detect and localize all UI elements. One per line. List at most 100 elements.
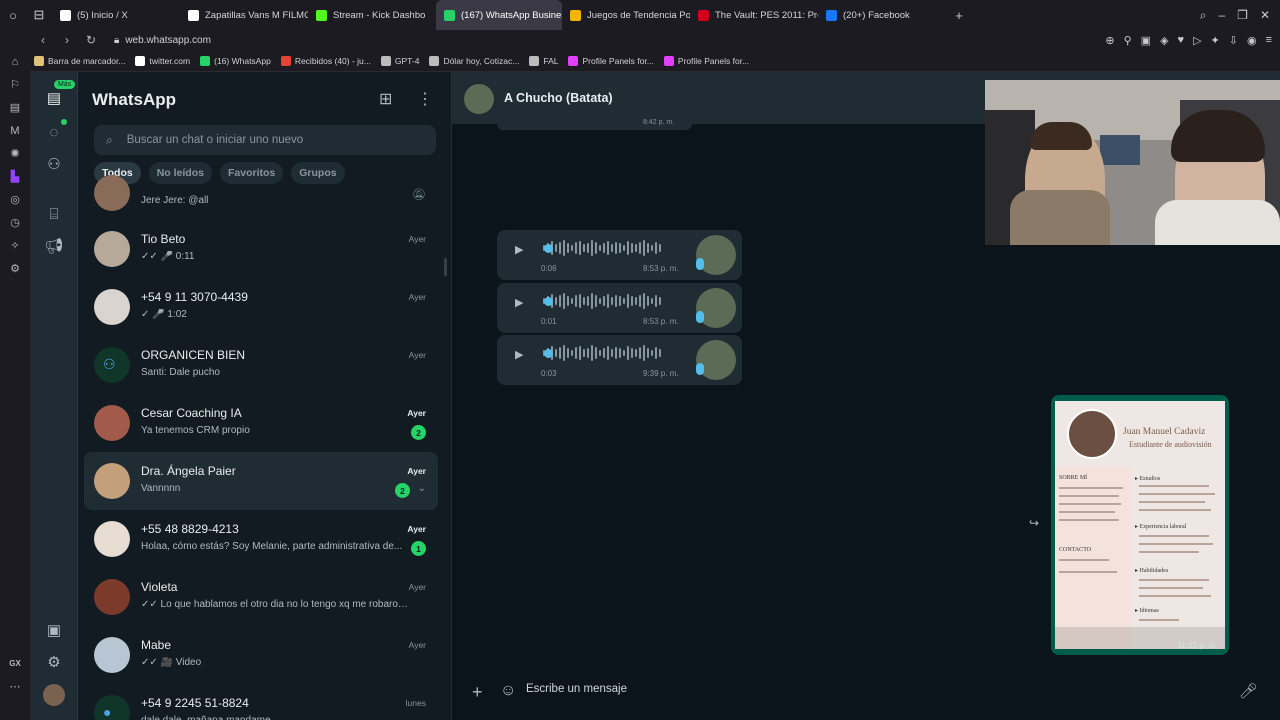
chat-last-message: ✓✓ 🎥 Video [141,657,202,668]
reload-icon[interactable]: ↻ [82,33,100,47]
search-input[interactable] [126,134,417,146]
forward-icon[interactable]: › [58,33,76,47]
catalog-icon[interactable]: ⌸ [42,202,66,226]
chats-icon[interactable]: ▤ [42,86,66,110]
chat-row[interactable]: Jere Jere: @all 🔕︎ [84,164,438,222]
pin-icon[interactable]: ⚲ [1124,34,1132,47]
opera-logo-icon[interactable]: ○ [0,0,26,30]
back-icon[interactable]: ‹ [34,33,52,47]
cv-preview[interactable]: Juan Manuel Cadaviz Estudiante de audiov… [1055,401,1225,649]
minimize-icon[interactable]: – [1218,8,1225,23]
gx-corner-label[interactable]: GX [0,652,30,675]
menu-dots-icon[interactable]: ⋮ [417,89,433,109]
download-icon[interactable]: ⇩ [1229,34,1238,47]
chat-row[interactable]: +55 48 8829-4213 Holaa, cómo estás? Soy M… [84,510,438,568]
chat-last-message: ✓✓ Lo que hablamos el otro dia no lo ten… [141,599,411,610]
bookmark-item[interactable]: (16) WhatsApp [200,55,271,66]
audio-progress-knob[interactable] [544,349,553,358]
chat-row[interactable]: Tio Beto ✓✓ 🎤 0:11 Ayer [84,220,438,278]
browser-tab[interactable]: The Vault: PES 2011: Pro E [690,0,818,30]
chevron-down-icon[interactable]: ⌄ [418,483,426,494]
shield-icon[interactable]: ◈ [1160,34,1168,47]
message-input[interactable] [526,683,1226,695]
chat-row[interactable]: +54 9 11 3070-4439 ✓ 🎤 1:02 Ayer [84,278,438,336]
cv-section-contact: CONTACTO [1059,547,1092,553]
play-icon[interactable]: ▶ [515,348,523,361]
bookmark-item[interactable]: Dólar hoy, Cotizac... [429,55,519,66]
audio-message[interactable]: ▶ 0:06 8:53 p. m. [497,230,742,280]
browser-tab[interactable]: Stream - Kick Dashbo [308,0,436,30]
bookmark-item[interactable]: Barra de marcador... [34,55,125,66]
close-window-icon[interactable]: ✕ [1260,8,1270,23]
search-tabs-icon[interactable]: ⌕ [1200,8,1207,23]
audio-message[interactable]: ▶ 0:01 8:53 p. m. [497,283,742,333]
twitch-icon[interactable]: ▙ [0,165,30,188]
history-icon[interactable]: ◷ [0,211,30,234]
communities-icon[interactable]: ⚇ [42,152,66,176]
audio-message[interactable]: ▶ 0:03 9:39 p. m. [497,335,742,385]
chat-row[interactable]: Violeta ✓✓ Lo que hablamos el otro dia no… [84,568,438,626]
chat-row[interactable]: Cesar Coaching IA Ya tenemos CRM propio Ay… [84,394,438,452]
chat-time: Ayer [407,466,426,476]
play-icon[interactable]: ▷ [1193,34,1201,47]
audio-progress-knob[interactable] [544,244,553,253]
browser-tab[interactable]: (20+) Facebook [818,0,946,30]
extension-icon[interactable]: ✦ [1211,34,1220,47]
chat-row[interactable]: Dra. Ángela Paier Vannnnn Ayer 2 ⌄ [84,452,438,510]
maximize-icon[interactable]: ❐ [1237,8,1248,23]
menu-icon[interactable]: ≡ [1266,34,1272,47]
profile-avatar[interactable] [43,684,65,706]
bookmark-item[interactable]: GPT-4 [380,55,419,66]
address-bar[interactable]: 🔒︎ web.whatsapp.com [114,35,211,46]
bookmark-item[interactable]: Recibidos (40) - ju... [280,55,371,66]
extensions-icon[interactable]: ✧ [0,234,30,257]
audio-waveform[interactable] [543,293,678,309]
attach-icon[interactable]: + [472,682,483,703]
chatgpt-icon[interactable]: ✺ [0,142,30,165]
heart-icon[interactable]: ♥ [1178,34,1185,47]
chatlist-scrollbar[interactable] [444,258,447,276]
more-icon[interactable]: ⋯ [0,675,30,698]
audio-progress-knob[interactable] [544,297,553,306]
broadcast-icon[interactable]: 📢︎ [42,234,66,258]
pinboard-icon[interactable]: ⚐ [0,73,30,96]
bookmark-item[interactable]: twitter.com [135,55,191,66]
chat-row[interactable]: ● +54 9 2245 51-8824 dale dale, mañana man… [84,684,438,720]
bookmark-item[interactable]: FAL [529,55,558,66]
audio-waveform[interactable] [543,345,678,361]
play-icon[interactable]: ▶ [515,296,523,309]
player-icon[interactable]: ◎ [0,188,30,211]
contact-name[interactable]: A Chucho (Batata) [504,91,613,105]
document-message[interactable]: Juan Manuel Cadaviz Estudiante de audiov… [1051,395,1229,655]
emoji-icon[interactable]: ☺ [500,682,516,700]
new-chat-icon[interactable]: ⊞ [379,89,392,109]
new-tab-icon[interactable]: + [946,0,972,30]
chat-row[interactable]: ⚇ ORGANICEN BIEN Santi: Dale pucho Ayer [84,336,438,394]
bookmark-item[interactable]: Profile Panels for... [568,55,654,66]
browser-tab[interactable]: Juegos de Tendencia Pop [562,0,690,30]
bookmark-label: twitter.com [149,55,191,66]
rail-settings-icon[interactable]: ⚙ [42,650,66,674]
snapshot-icon[interactable]: ▣ [1141,34,1151,47]
browser-tab[interactable]: Zapatillas Vans M FILMOR [180,0,308,30]
profile-icon[interactable]: ◉ [1247,34,1257,47]
settings-icon[interactable]: ⚙ [0,257,30,280]
cv-text-line [1059,559,1109,561]
media-icon[interactable]: ▣ [42,618,66,642]
gmail-icon[interactable]: M [0,119,30,142]
contact-avatar[interactable] [464,84,494,114]
zoom-icon[interactable]: ⊕ [1105,34,1114,47]
chat-row[interactable]: Mabe ✓✓ 🎥 Video Ayer [84,626,438,684]
chat-avatar [94,175,130,211]
news-icon[interactable]: ▤ [0,96,30,119]
audio-waveform[interactable] [543,240,678,256]
browser-tab[interactable]: (5) Inicio / X [52,0,180,30]
microphone-icon[interactable]: 🎤︎ [1239,682,1258,700]
forward-icon[interactable]: ↪ [1029,516,1039,530]
tab-menu-icon[interactable]: ⊟ [26,0,52,30]
browser-tab[interactable]: (167) WhatsApp Business [436,0,562,30]
bookmark-item[interactable]: Profile Panels for... [663,55,749,66]
cv-text-line [1059,487,1123,489]
speed-dial-icon[interactable]: ⌂ [0,50,30,73]
play-icon[interactable]: ▶ [515,243,523,256]
